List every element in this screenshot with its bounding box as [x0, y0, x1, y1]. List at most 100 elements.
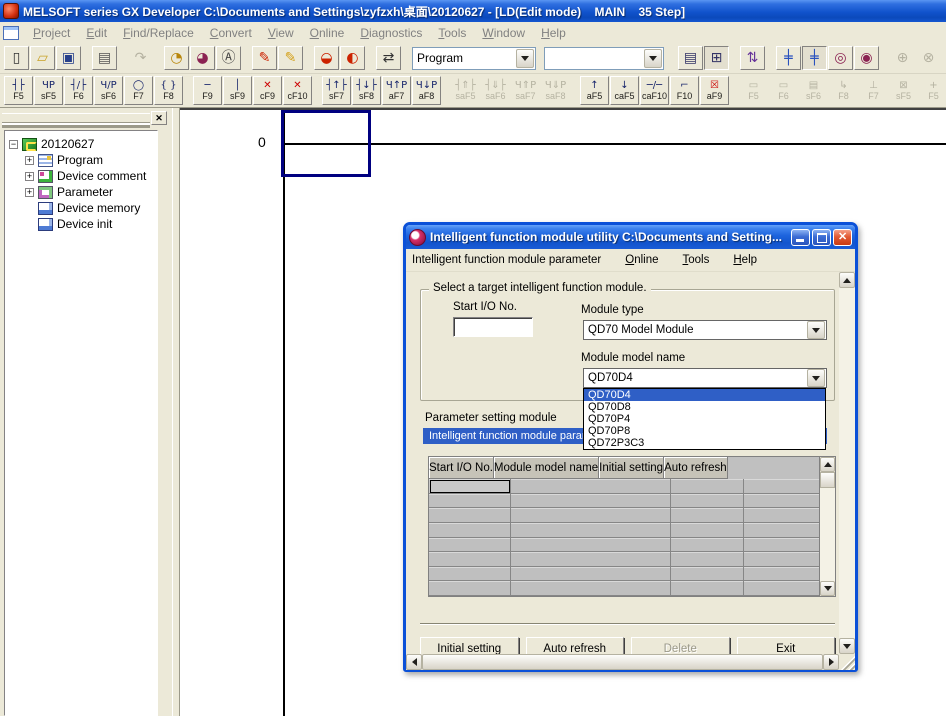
- sfc-step-F5[interactable]: ▭F5: [739, 76, 768, 105]
- sfc-block-F6[interactable]: ▭F6: [769, 76, 798, 105]
- tree-expander-icon[interactable]: +: [25, 172, 34, 181]
- table-cell[interactable]: [671, 508, 744, 523]
- menu-item[interactable]: Help: [533, 24, 574, 42]
- pulse-saF6[interactable]: ┤⇓├saF6: [481, 76, 510, 105]
- table-cell[interactable]: [511, 494, 671, 509]
- sfc-end-F7[interactable]: ⊥F7: [859, 76, 888, 105]
- table-cell[interactable]: [511, 581, 671, 596]
- table-cell[interactable]: [511, 523, 671, 538]
- module-model-combobox[interactable]: QD70D4: [583, 368, 827, 388]
- tree-expander-icon[interactable]: −: [9, 140, 18, 149]
- table-cell[interactable]: [511, 538, 671, 553]
- scroll-left-icon[interactable]: [406, 654, 422, 670]
- new-file-icon[interactable]: ▯: [4, 46, 29, 70]
- start-io-input[interactable]: [453, 317, 533, 337]
- combo-dropdown-button[interactable]: [807, 321, 825, 339]
- tree-item[interactable]: + Device comment: [5, 168, 157, 184]
- dialog-menu-item[interactable]: Tools: [683, 254, 710, 266]
- table-cell[interactable]: [671, 479, 744, 494]
- transfer-setup-icon[interactable]: ⇄: [376, 46, 401, 70]
- read-mode-icon[interactable]: ╪: [776, 46, 801, 70]
- dialog-vertical-scrollbar[interactable]: [839, 272, 855, 654]
- parallel-closed-contact-sF6[interactable]: Ч/РsF6: [94, 76, 123, 105]
- menu-item[interactable]: Window: [474, 24, 533, 42]
- sfc-dummy-sF6[interactable]: ▤sF6: [799, 76, 828, 105]
- coil-F7[interactable]: ◯F7: [124, 76, 153, 105]
- table-cell[interactable]: [429, 523, 511, 538]
- ladder-insert-icon[interactable]: ✎: [278, 46, 303, 70]
- table-cell[interactable]: [671, 581, 744, 596]
- parallel-rising-aF7[interactable]: Ч↑РaF7: [382, 76, 411, 105]
- menu-item[interactable]: Project: [25, 24, 78, 42]
- table-cell[interactable]: [429, 581, 511, 596]
- table-row[interactable]: [429, 552, 819, 567]
- scrollbar-thumb[interactable]: [422, 654, 823, 670]
- dialog-title-bar[interactable]: Intelligent function module utility C:\D…: [406, 225, 855, 249]
- table-cell[interactable]: [429, 479, 511, 494]
- table-cell[interactable]: [671, 567, 744, 582]
- draw-line-F10[interactable]: ⌐F10: [670, 76, 699, 105]
- tree-item[interactable]: Device init: [5, 216, 157, 232]
- menu-item[interactable]: Edit: [78, 24, 115, 42]
- table-cell[interactable]: [429, 538, 511, 553]
- tree-item[interactable]: Device memory: [5, 200, 157, 216]
- delete-rung-caF10[interactable]: ─/─caF10: [640, 76, 669, 105]
- menu-item[interactable]: Find/Replace: [115, 24, 202, 42]
- dialog-menu-item[interactable]: Intelligent function module parameter: [412, 254, 601, 266]
- table-cell[interactable]: [744, 508, 819, 523]
- panel-grabber[interactable]: [2, 113, 150, 123]
- dropdown-option[interactable]: QD70P4: [584, 413, 825, 425]
- panel-splitter[interactable]: [172, 108, 180, 716]
- table-cell[interactable]: [744, 479, 819, 494]
- scroll-up-icon[interactable]: [839, 272, 855, 288]
- combo-dropdown-button[interactable]: [644, 49, 662, 68]
- save-project-icon[interactable]: ▣: [56, 46, 81, 70]
- table-cell[interactable]: [671, 552, 744, 567]
- minimize-button[interactable]: [791, 229, 810, 246]
- table-cell[interactable]: [511, 508, 671, 523]
- parallel-open-contact-sF5[interactable]: ЧРsF5: [34, 76, 63, 105]
- table-row[interactable]: [429, 494, 819, 509]
- table-cell[interactable]: [511, 479, 671, 494]
- search-erase-icon[interactable]: ◒: [314, 46, 339, 70]
- dropdown-option[interactable]: QD70D4: [584, 389, 825, 401]
- menu-item[interactable]: View: [260, 24, 302, 42]
- table-cell[interactable]: [744, 567, 819, 582]
- find-device-icon[interactable]: ◕: [190, 46, 215, 70]
- open-contact-F5[interactable]: ┤├F5: [4, 76, 33, 105]
- tree-expander-icon[interactable]: +: [25, 156, 34, 165]
- closed-contact-F6[interactable]: ┤/├F6: [64, 76, 93, 105]
- table-cell[interactable]: [744, 581, 819, 596]
- convert-caF5[interactable]: ↓caF5: [610, 76, 639, 105]
- ladder-write-icon[interactable]: ✎: [252, 46, 277, 70]
- online-write-icon[interactable]: ⊗: [916, 46, 941, 70]
- dialog-horizontal-scrollbar[interactable]: [406, 654, 839, 670]
- scrollbar-thumb[interactable]: [820, 472, 835, 488]
- monitor-write-mode-icon[interactable]: ◉: [854, 46, 879, 70]
- combo-dropdown-button[interactable]: [807, 369, 825, 387]
- module-type-combobox[interactable]: QD70 Model Module: [583, 320, 827, 340]
- scroll-down-icon[interactable]: [820, 581, 835, 596]
- table-cell[interactable]: [429, 567, 511, 582]
- menu-item[interactable]: Online: [302, 24, 353, 42]
- invert-aF5[interactable]: ↑aF5: [580, 76, 609, 105]
- delete-vline-cF10[interactable]: ✕cF10: [283, 76, 312, 105]
- pulse-saF5[interactable]: ┤⇑├saF5: [451, 76, 480, 105]
- scroll-right-icon[interactable]: [823, 654, 839, 670]
- dialog-menu-item[interactable]: Online: [625, 254, 658, 266]
- program-type-combobox[interactable]: Program: [412, 47, 536, 70]
- table-row[interactable]: [429, 538, 819, 553]
- secondary-combobox[interactable]: [544, 47, 664, 70]
- pulse-saF8[interactable]: Ч⇓РsaF8: [541, 76, 570, 105]
- table-cell[interactable]: [429, 494, 511, 509]
- table-row[interactable]: [429, 581, 819, 596]
- find-string-icon[interactable]: Ⓐ: [216, 46, 241, 70]
- instruction-F8[interactable]: { }F8: [154, 76, 183, 105]
- pulse-saF7[interactable]: Ч⇑РsaF7: [511, 76, 540, 105]
- table-row[interactable]: [429, 508, 819, 523]
- table-cell[interactable]: [429, 508, 511, 523]
- dialog-menu-item[interactable]: Help: [733, 254, 757, 266]
- table-cell[interactable]: [671, 538, 744, 553]
- table-cell[interactable]: [744, 538, 819, 553]
- table-row[interactable]: [429, 567, 819, 582]
